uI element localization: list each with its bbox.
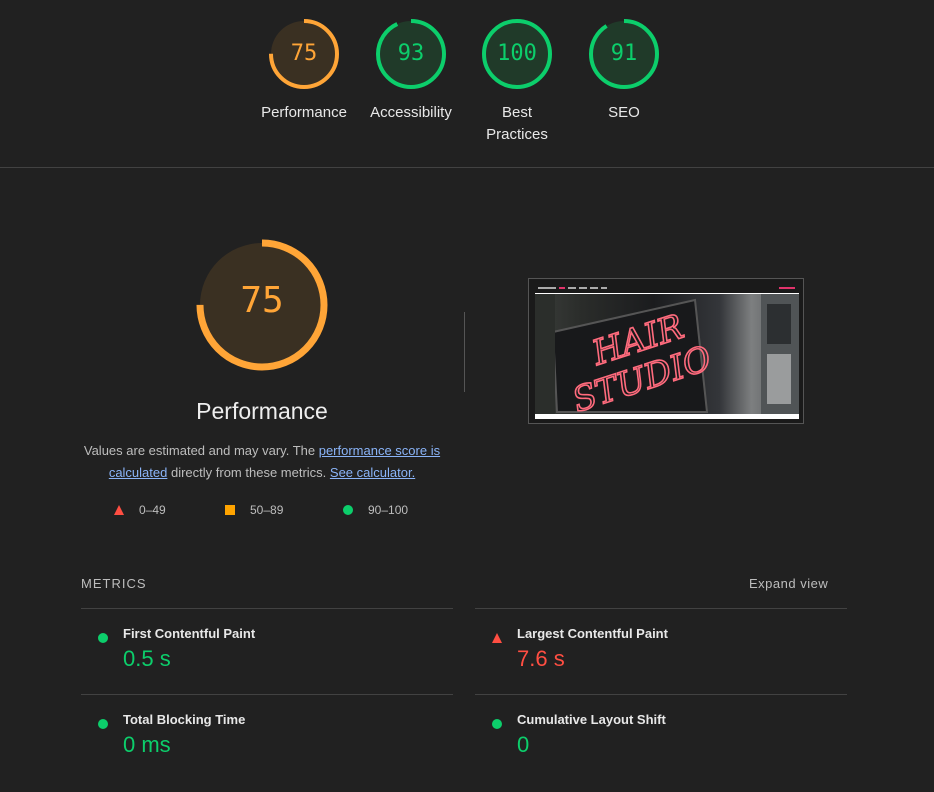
metric-first-contentful-paint: First Contentful Paint 0.5 s: [81, 626, 453, 706]
see-calculator-link[interactable]: See calculator.: [330, 465, 415, 480]
gauge-accessibility[interactable]: 93 Accessibility: [356, 18, 466, 124]
performance-description: Values are estimated and may vary. The p…: [82, 440, 442, 484]
red-triangle-icon: [492, 633, 502, 643]
green-circle-icon: [98, 633, 108, 643]
metric-divider: [475, 608, 847, 609]
screenshot-nav-bar: [535, 285, 799, 293]
desc-text: directly from these metrics.: [167, 465, 330, 480]
legend-range: 90–100: [368, 503, 409, 517]
metric-title: Largest Contentful Paint: [517, 626, 668, 641]
legend-range: 50–89: [250, 503, 284, 517]
gauge-score: 91: [610, 41, 638, 66]
performance-title: Performance: [196, 398, 328, 424]
metric-cumulative-layout-shift: Cumulative Layout Shift 0: [475, 712, 847, 792]
legend-pass: 90–100: [342, 503, 408, 517]
metric-value: 0: [517, 732, 530, 757]
triangle-icon: [114, 505, 124, 515]
category-gauges: 75 Performance 93 Accessibility 100 Best…: [0, 0, 934, 168]
performance-score: 75: [240, 280, 284, 321]
metric-divider: [81, 608, 453, 609]
gauge-score: 75: [290, 41, 318, 66]
gauge-best-practices[interactable]: 100 Best Practices: [462, 18, 572, 146]
screenshot-page: HAIR STUDIO: [535, 285, 799, 419]
final-screenshot: HAIR STUDIO: [528, 278, 804, 424]
metrics-heading: METRICS: [81, 576, 147, 591]
green-circle-icon: [98, 719, 108, 729]
metric-title: Total Blocking Time: [123, 712, 246, 727]
square-icon: [225, 505, 235, 515]
gauge-score: 93: [397, 41, 425, 66]
vertical-divider: [464, 312, 465, 392]
green-circle-icon: [492, 719, 502, 729]
metric-largest-contentful-paint: Largest Contentful Paint 7.6 s: [475, 626, 847, 706]
gauge-performance[interactable]: 75 Performance: [249, 18, 359, 124]
metric-title: Cumulative Layout Shift: [517, 712, 666, 727]
metric-title: First Contentful Paint: [123, 626, 256, 641]
neon-sign-image: HAIR STUDIO: [535, 294, 799, 419]
gauge-seo[interactable]: 91 SEO: [569, 18, 679, 124]
metric-total-blocking-time: Total Blocking Time 0 ms: [81, 712, 453, 792]
legend-average: 50–89: [224, 503, 283, 517]
gauge-score: 100: [497, 41, 537, 66]
gauge-label: SEO: [608, 104, 640, 121]
performance-gauge: 75: [195, 238, 329, 372]
metric-value: 0 ms: [123, 732, 171, 757]
legend-range: 0–49: [139, 503, 166, 517]
circle-icon: [343, 505, 353, 515]
metric-value: 0.5 s: [123, 646, 171, 671]
metric-value: 7.6 s: [517, 646, 565, 671]
gauge-label: Performance: [261, 104, 347, 121]
gauge-label: Best Practices: [486, 104, 548, 143]
gauge-label: Accessibility: [370, 104, 452, 121]
expand-view-button[interactable]: Expand view: [749, 576, 828, 591]
hair-studio-photo: HAIR STUDIO: [535, 294, 799, 419]
desc-text: Values are estimated and may vary. The: [83, 443, 319, 458]
legend-fail: 0–49: [113, 503, 166, 517]
